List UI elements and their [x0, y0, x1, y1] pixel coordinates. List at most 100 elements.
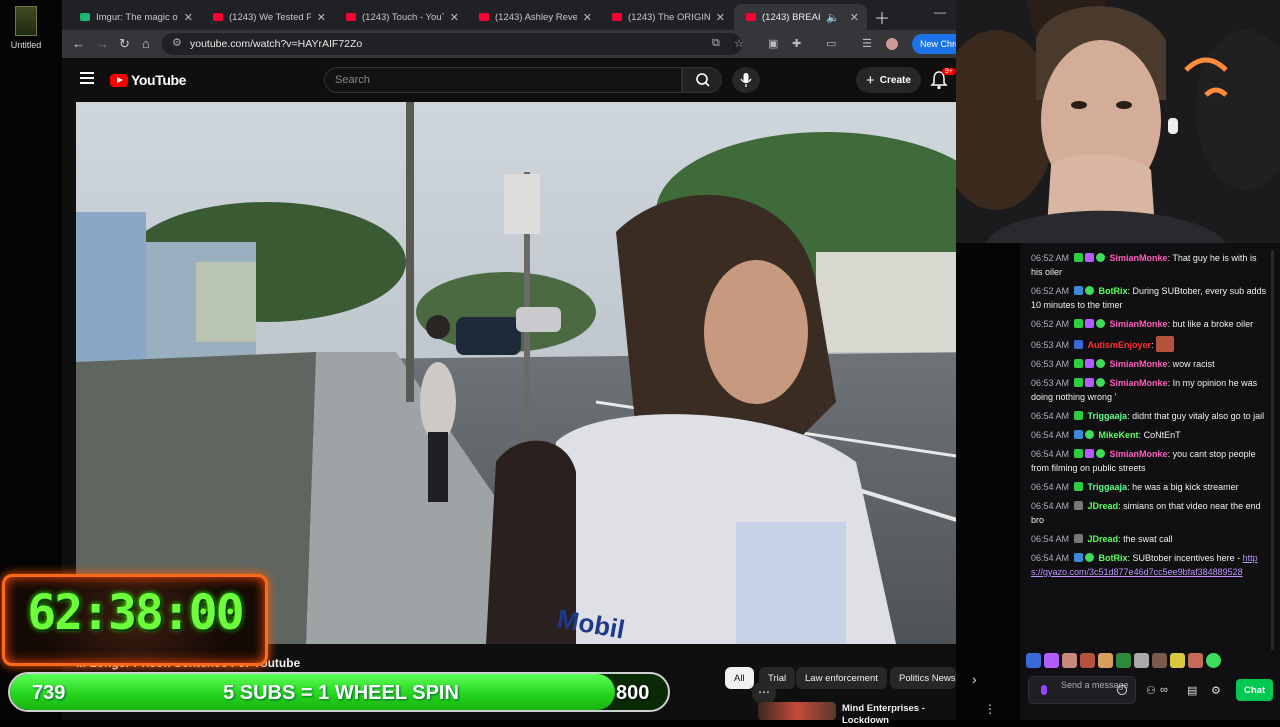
chat-message: 06:53 AM SimianMonke: In my opinion he w… [1020, 376, 1274, 404]
reload-icon[interactable]: ↻ [119, 36, 130, 52]
mic-icon[interactable] [1041, 685, 1047, 695]
message-username[interactable]: Triggaaja [1088, 482, 1128, 492]
profile-avatar[interactable] [886, 38, 898, 50]
tab-youtube[interactable]: (1243) The ORIGINAL Fa ✕ [600, 4, 733, 30]
chat-message-list: 06:52 AM SimianMonke: That guy he is wit… [1020, 251, 1274, 584]
chat-panel: 06:52 AM SimianMonke: That guy he is wit… [1020, 243, 1280, 720]
tab-imgur[interactable]: Imgur: The magic of the ✕ [68, 4, 201, 30]
video-player[interactable]: Mobil [76, 102, 956, 644]
chat-message: 06:54 AM MikeKent: CoNtEnT [1020, 428, 1274, 442]
chat-message: 06:52 AM SimianMonke: but like a broke o… [1020, 317, 1274, 331]
hamburger-menu-icon[interactable] [80, 72, 94, 84]
tab-active[interactable]: (1243) BREAKING: Je 🔈 ✕ [734, 4, 867, 30]
close-icon[interactable]: ✕ [450, 11, 459, 24]
emote-icon[interactable] [1170, 653, 1185, 668]
chat-input[interactable]: Send a message [1028, 676, 1136, 704]
close-icon[interactable]: ✕ [317, 11, 326, 24]
gift-icon[interactable]: ▤ [1187, 684, 1197, 697]
emote-icon[interactable] [1152, 653, 1167, 668]
tab-title: (1243) Touch - YouTube [362, 11, 444, 23]
search-button[interactable] [682, 67, 722, 93]
message-username[interactable]: JDread [1088, 534, 1119, 544]
reading-list-icon[interactable]: ☰ [862, 37, 872, 50]
voice-search-button[interactable] [732, 67, 760, 93]
emote-icon[interactable] [1134, 653, 1149, 668]
bookmark-star-icon[interactable]: ☆ [734, 37, 744, 50]
message-username[interactable]: SimianMonke [1110, 449, 1168, 459]
gear-icon[interactable]: ⚙ [1211, 684, 1221, 697]
minimize-button[interactable]: — [934, 5, 946, 19]
timer-value: 62:38:00 [27, 585, 244, 641]
message-username[interactable]: SimianMonke [1110, 319, 1168, 329]
emote-icon[interactable] [1116, 653, 1131, 668]
sub-goal-bar: 739 5 SUBS = 1 WHEEL SPIN 800 [8, 672, 670, 712]
message-username[interactable]: BotRix [1099, 286, 1128, 296]
message-username[interactable]: SimianMonke [1110, 253, 1168, 263]
close-icon[interactable]: ✕ [583, 11, 592, 24]
split-view-icon[interactable]: ▭ [826, 37, 836, 50]
recommendation-menu-icon[interactable]: ⋮ [984, 702, 996, 716]
speaker-icon[interactable]: 🔈 [826, 11, 840, 24]
message-text: : didnt that guy vitaly also go to jail [1127, 411, 1265, 421]
message-username[interactable]: JDread [1088, 501, 1119, 511]
chat-message: 06:52 AM BotRix: During SUBtober, every … [1020, 284, 1274, 312]
subathon-timer: 62:38:00 [2, 574, 268, 666]
verified-badge-icon [1085, 430, 1095, 439]
chip-law-enforcement[interactable]: Law enforcement [796, 667, 887, 689]
chip-politics-news[interactable]: Politics News [890, 667, 956, 689]
message-username[interactable]: Triggaaja [1088, 411, 1128, 421]
message-time: 06:54 AM [1031, 534, 1070, 544]
message-username[interactable]: SimianMonke [1110, 378, 1168, 388]
chat-message: 06:54 AM Triggaaja: he was a big kick st… [1020, 480, 1274, 494]
chevron-right-icon[interactable]: › [972, 671, 977, 687]
users-icon[interactable]: ⚇ [1146, 684, 1156, 697]
search-input[interactable] [324, 67, 682, 93]
puzzle-icon[interactable]: ✚ [792, 37, 801, 50]
home-icon[interactable]: ⌂ [142, 36, 150, 51]
message-username[interactable]: BotRix [1099, 553, 1128, 563]
shortcut-icon [15, 6, 37, 36]
close-icon[interactable]: ✕ [184, 11, 193, 24]
recommendation-thumbnail[interactable] [758, 702, 836, 720]
new-chrome-button[interactable]: New Chron [912, 34, 956, 54]
create-button[interactable]: + Create [856, 67, 921, 93]
tab-youtube[interactable]: (1243) Ashley Revell - Yo ✕ [467, 4, 600, 30]
close-icon[interactable]: ✕ [716, 11, 725, 24]
tab-youtube[interactable]: (1243) Touch - YouTube ✕ [334, 4, 467, 30]
chat-send-button[interactable]: Chat [1236, 679, 1274, 701]
install-icon[interactable]: ⧉ [712, 37, 720, 50]
site-info-icon[interactable]: ⚙ [172, 36, 182, 49]
logo-text: YouTube [131, 72, 187, 88]
infinity-icon[interactable]: ∞ [1160, 684, 1168, 696]
back-icon[interactable]: ← [72, 36, 85, 51]
youtube-icon [213, 13, 223, 21]
close-icon[interactable]: ✕ [850, 11, 859, 24]
emote-icon[interactable] [1080, 653, 1095, 668]
gift-badge-icon [1085, 378, 1095, 387]
message-username[interactable]: MikeKent [1099, 430, 1139, 440]
desktop-shortcut[interactable]: Untitled [6, 6, 46, 50]
emote-icon[interactable] [1206, 653, 1221, 668]
bot-badge-icon [1074, 553, 1084, 562]
emote-icon[interactable] [1098, 653, 1113, 668]
emote-icon[interactable] [1188, 653, 1203, 668]
forward-icon[interactable]: → [96, 36, 109, 51]
chat-scrollbar[interactable] [1271, 250, 1274, 650]
message-username[interactable]: AutismEnjoyer [1088, 340, 1152, 350]
gift-badge-icon [1085, 449, 1095, 458]
verified-badge-icon [1085, 286, 1095, 295]
message-text: : he was a big kick streamer [1127, 482, 1239, 492]
address-bar[interactable]: ⚙ youtube.com/watch?v=HAYrAIF72Zo [162, 33, 742, 55]
emote-icon[interactable] [1062, 653, 1077, 668]
chip-all[interactable]: All [725, 667, 754, 689]
extension-icon[interactable]: ▣ [768, 37, 778, 50]
emote-icon[interactable] [1026, 653, 1041, 668]
youtube-logo[interactable]: YouTube [110, 72, 186, 88]
recommendation-title[interactable]: Mind Enterprises - Lockdown [842, 703, 962, 727]
emoji-icon[interactable] [1117, 685, 1127, 695]
emote-icon[interactable] [1044, 653, 1059, 668]
tab-youtube[interactable]: (1243) We Tested Popula ✕ [201, 4, 334, 30]
new-tab-button[interactable]: ＋ [874, 5, 890, 29]
chip-trial[interactable]: Trial [759, 667, 796, 689]
message-username[interactable]: SimianMonke [1110, 359, 1168, 369]
